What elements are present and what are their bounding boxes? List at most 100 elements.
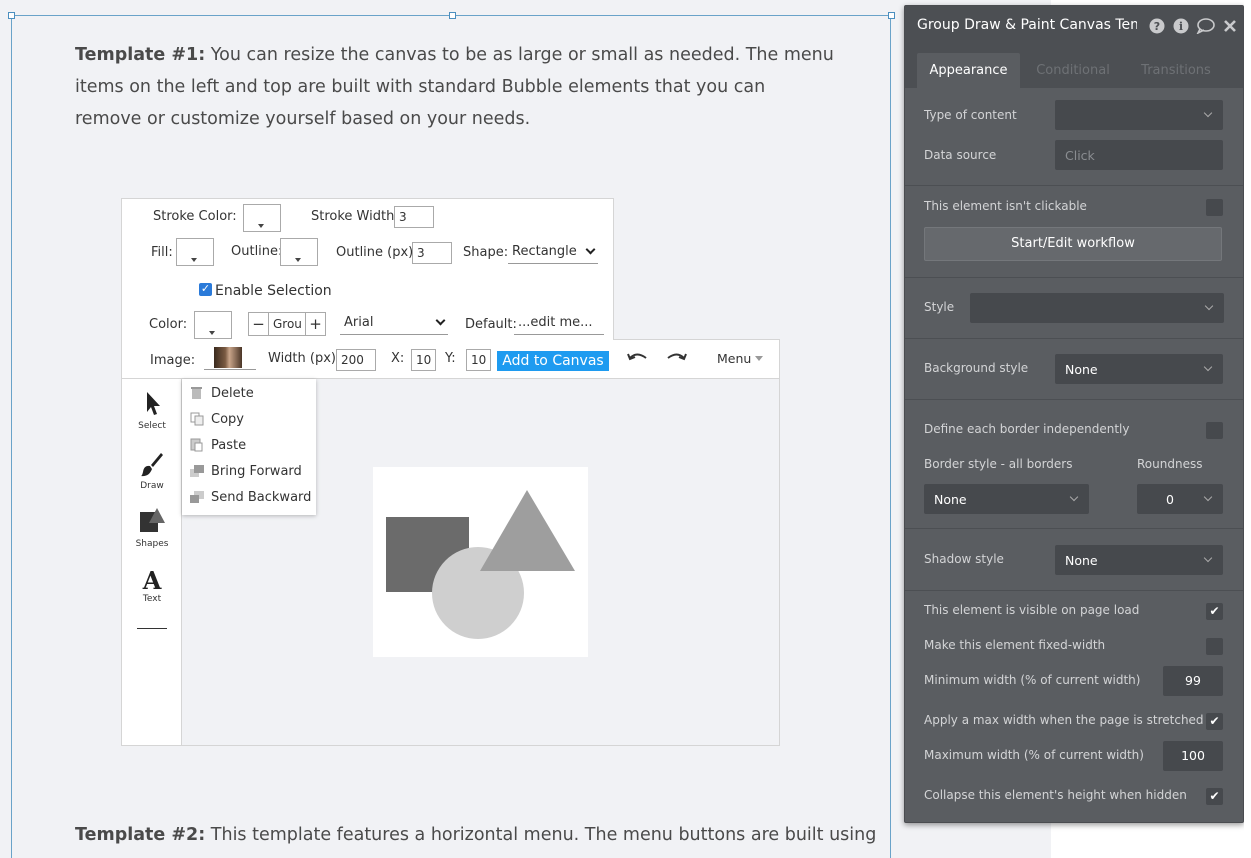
border-style-dropdown[interactable]: None: [924, 484, 1089, 514]
data-source-field[interactable]: Click: [1055, 140, 1223, 170]
section-divider: [905, 277, 1243, 278]
menu-dropdown[interactable]: Menu: [717, 351, 751, 366]
max-width-apply-label: Apply a max width when the page is stret…: [924, 713, 1204, 727]
type-of-content-label: Type of content: [924, 108, 1017, 122]
send-backward-icon: [190, 491, 204, 503]
width-label: Width (px):: [268, 351, 341, 366]
max-width-apply-checkbox[interactable]: ✔: [1206, 713, 1223, 730]
comment-icon[interactable]: [1196, 18, 1215, 34]
outline-px-input[interactable]: 3: [412, 242, 452, 264]
resize-handle[interactable]: [449, 12, 456, 19]
rail-divider: [137, 628, 167, 629]
color-label: Color:: [149, 317, 188, 332]
text-tool[interactable]: A Text: [122, 568, 182, 605]
context-bring-forward[interactable]: Bring Forward: [189, 460, 302, 482]
svg-text:i: i: [1179, 20, 1183, 33]
undo-icon[interactable]: [627, 350, 649, 366]
draw-tool[interactable]: Draw: [122, 450, 182, 491]
redo-icon[interactable]: [665, 350, 687, 366]
min-width-input[interactable]: 99: [1163, 666, 1223, 696]
fixed-width-checkbox[interactable]: [1206, 638, 1223, 655]
stroke-color-picker[interactable]: [243, 204, 281, 232]
image-width-input[interactable]: 200: [336, 349, 376, 371]
not-clickable-checkbox[interactable]: [1206, 199, 1223, 216]
default-text-label: Default:: [465, 317, 517, 332]
enable-selection-checkbox[interactable]: ✓: [199, 283, 212, 296]
info-icon[interactable]: i: [1173, 18, 1189, 34]
start-edit-workflow-button[interactable]: Start/Edit workflow: [924, 227, 1222, 261]
context-copy[interactable]: Copy: [189, 408, 244, 430]
template-2-description: Template #2: This template features a ho…: [75, 819, 876, 851]
fill-label: Fill:: [151, 245, 173, 260]
background-style-label: Background style: [924, 361, 1029, 375]
y-input[interactable]: 10: [466, 349, 491, 371]
chevron-down-icon: [1203, 492, 1213, 502]
close-icon[interactable]: [1223, 18, 1237, 34]
shadow-style-dropdown[interactable]: None: [1055, 545, 1223, 575]
image-thumbnail[interactable]: [214, 347, 242, 368]
help-icon[interactable]: ?: [1149, 18, 1165, 34]
font-family-select[interactable]: Arial: [340, 313, 448, 335]
tab-transitions[interactable]: Transitions: [1130, 53, 1222, 88]
max-width-input[interactable]: 100: [1163, 741, 1223, 771]
roundness-dropdown[interactable]: 0: [1137, 484, 1223, 514]
tab-appearance[interactable]: Appearance: [917, 53, 1020, 88]
minus-icon[interactable]: −: [249, 313, 269, 335]
resize-handle[interactable]: [8, 12, 15, 19]
section-divider: [905, 185, 1243, 186]
shape-label: Shape:: [463, 245, 509, 260]
scrollbar-track[interactable]: [1244, 0, 1251, 858]
plus-icon[interactable]: +: [305, 313, 325, 335]
chevron-down-icon: [1069, 492, 1079, 502]
context-delete-label: Delete: [211, 385, 254, 401]
roundness-value: 0: [1166, 492, 1174, 507]
drawing-canvas[interactable]: [373, 467, 588, 657]
context-send-backward[interactable]: Send Backward: [189, 486, 311, 508]
template-1-description: Template #1: You can resize the canvas t…: [75, 39, 835, 135]
border-independent-label: Define each border independently: [924, 422, 1130, 436]
shadow-style-value: None: [1065, 553, 1098, 568]
section-divider: [905, 338, 1243, 339]
chevron-down-icon: [585, 244, 596, 255]
collapse-hidden-checkbox[interactable]: ✔: [1206, 788, 1223, 805]
border-independent-checkbox[interactable]: [1206, 422, 1223, 439]
context-delete[interactable]: Delete: [189, 382, 254, 404]
panel-tabs: Appearance Conditional Transitions: [905, 46, 1243, 88]
x-input[interactable]: 10: [411, 349, 436, 371]
panel-header[interactable]: Group Draw & Paint Canvas Temp ? i: [905, 6, 1243, 46]
default-text-input[interactable]: ...edit me...: [514, 313, 604, 335]
not-clickable-label: This element isn't clickable: [924, 199, 1087, 213]
image-label: Image:: [150, 353, 196, 368]
brush-icon: [141, 453, 163, 477]
visible-on-load-checkbox[interactable]: ✔: [1206, 603, 1223, 620]
style-label: Style: [924, 300, 955, 314]
panel-title: Group Draw & Paint Canvas Temp: [917, 17, 1137, 33]
font-family-value: Arial: [344, 315, 374, 330]
fill-color-picker[interactable]: [176, 238, 214, 266]
text-color-picker[interactable]: [194, 311, 232, 339]
border-style-value: None: [934, 492, 967, 507]
context-paste[interactable]: Paste: [189, 434, 246, 456]
collapse-hidden-label: Collapse this element's height when hidd…: [924, 788, 1187, 802]
resize-handle[interactable]: [888, 12, 895, 19]
caret-down-icon: [755, 356, 763, 361]
style-dropdown[interactable]: [970, 293, 1224, 323]
template-2-text: This template features a horizontal menu…: [205, 825, 877, 845]
outline-color-picker[interactable]: [280, 238, 318, 266]
type-of-content-dropdown[interactable]: [1055, 100, 1223, 130]
fixed-width-label: Make this element fixed-width: [924, 638, 1106, 652]
select-tool[interactable]: Select: [122, 390, 182, 431]
chevron-down-icon: [1203, 553, 1213, 563]
section-divider: [905, 528, 1243, 529]
stroke-width-label: Stroke Width:: [311, 209, 399, 224]
add-to-canvas-button[interactable]: Add to Canvas: [497, 351, 609, 371]
background-style-dropdown[interactable]: None: [1055, 354, 1223, 384]
tab-conditional[interactable]: Conditional: [1027, 53, 1119, 88]
stroke-width-input[interactable]: 3: [394, 206, 434, 228]
shapes-tool[interactable]: Shapes: [122, 506, 182, 549]
shape-select[interactable]: Rectangle: [508, 242, 598, 264]
template-1-heading: Template #1:: [75, 45, 206, 65]
min-width-label: Minimum width (% of current width): [924, 673, 1141, 687]
copy-icon: [190, 412, 204, 426]
font-size-stepper[interactable]: − Grou +: [248, 312, 326, 336]
